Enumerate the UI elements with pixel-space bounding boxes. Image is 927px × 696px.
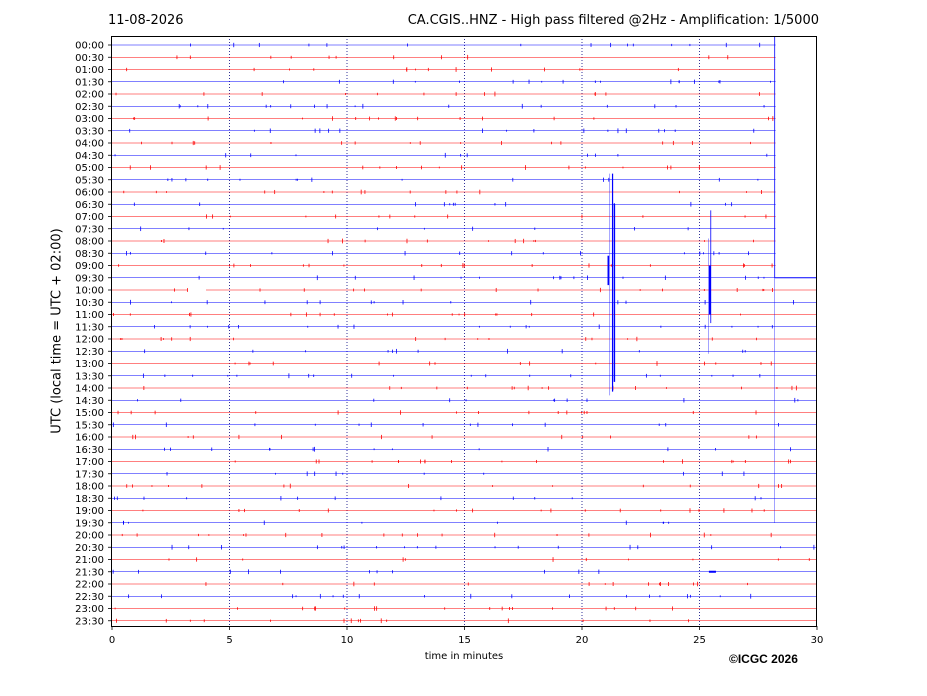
y-tick-label: 16:00 [75, 433, 104, 444]
y-tick-label: 03:30 [75, 126, 104, 137]
y-tick-label: 20:00 [75, 531, 104, 542]
y-tick-label: 10:30 [75, 298, 104, 309]
grid-layer [229, 36, 700, 626]
y-tick-label: 06:00 [75, 188, 104, 199]
y-tick-label: 18:00 [75, 482, 104, 493]
y-tick-label: 02:30 [75, 102, 104, 113]
y-tick-label: 01:00 [75, 65, 104, 76]
y-tick-label: 21:30 [75, 567, 104, 578]
y-tick-label: 04:00 [75, 139, 104, 150]
y-tick-label: 19:30 [75, 518, 104, 529]
y-tick-label: 14:00 [75, 384, 104, 395]
y-tick-label: 07:00 [75, 212, 104, 223]
y-tick-label: 15:30 [75, 420, 104, 431]
y-tick-label: 22:30 [75, 592, 104, 603]
x-tick-label: 20 [576, 635, 589, 646]
y-tick-label: 11:00 [75, 310, 104, 321]
y-tick-label: 20:30 [75, 543, 104, 554]
x-tick-layer: 0 5 10 15 20 25 30 [109, 626, 824, 646]
y-tick-label: 07:30 [75, 224, 104, 235]
y-tick-label: 11:30 [75, 322, 104, 333]
x-tick-label: 15 [458, 635, 471, 646]
y-tick-label: 00:30 [75, 53, 104, 64]
y-tick-label: 00:00 [75, 41, 104, 52]
seismogram-chart: 00:0000:3001:0001:30 02:0002:3003:0003:30… [75, 36, 824, 646]
y-tick-label: 05:00 [75, 163, 104, 174]
y-tick-label: 17:30 [75, 469, 104, 480]
x-tick-label: 10 [341, 635, 354, 646]
plot-frame [111, 36, 817, 627]
y-tick-label: 10:00 [75, 286, 104, 297]
y-tick-label: 12:00 [75, 335, 104, 346]
y-tick-label: 09:30 [75, 273, 104, 284]
y-tick-label: 21:00 [75, 555, 104, 566]
x-tick-label: 25 [693, 635, 706, 646]
y-tick-label: 16:30 [75, 445, 104, 456]
blank-region [775, 37, 816, 274]
y-tick-label: 13:30 [75, 371, 104, 382]
y-tick-label: 06:30 [75, 200, 104, 211]
y-tick-label: 18:30 [75, 494, 104, 505]
event-layer [607, 36, 817, 573]
y-tick-label: 09:00 [75, 261, 104, 272]
y-tick-label: 19:00 [75, 506, 104, 517]
x-tick-label: 5 [226, 635, 232, 646]
y-tick-label: 13:00 [75, 359, 104, 370]
x-tick-label: 30 [811, 635, 824, 646]
y-tick-label: 17:00 [75, 457, 104, 468]
y-tick-label: 04:30 [75, 151, 104, 162]
x-tick-label: 0 [109, 635, 115, 646]
y-tick-label: 08:30 [75, 249, 104, 260]
y-tick-label: 23:00 [75, 604, 104, 615]
y-tick-label: 15:00 [75, 408, 104, 419]
y-tick-label: 05:30 [75, 175, 104, 186]
y-tick-label: 08:00 [75, 237, 104, 248]
y-tick-label: 03:00 [75, 114, 104, 125]
y-tick-label: 12:30 [75, 347, 104, 358]
y-tick-label: 22:00 [75, 580, 104, 591]
y-tick-label: 14:30 [75, 396, 104, 407]
y-tick-label: 02:00 [75, 90, 104, 101]
y-tick-label: 01:30 [75, 77, 104, 88]
y-tick-layer: 00:0000:3001:0001:30 02:0002:3003:0003:30… [75, 41, 112, 627]
y-tick-label: 23:30 [75, 616, 104, 627]
